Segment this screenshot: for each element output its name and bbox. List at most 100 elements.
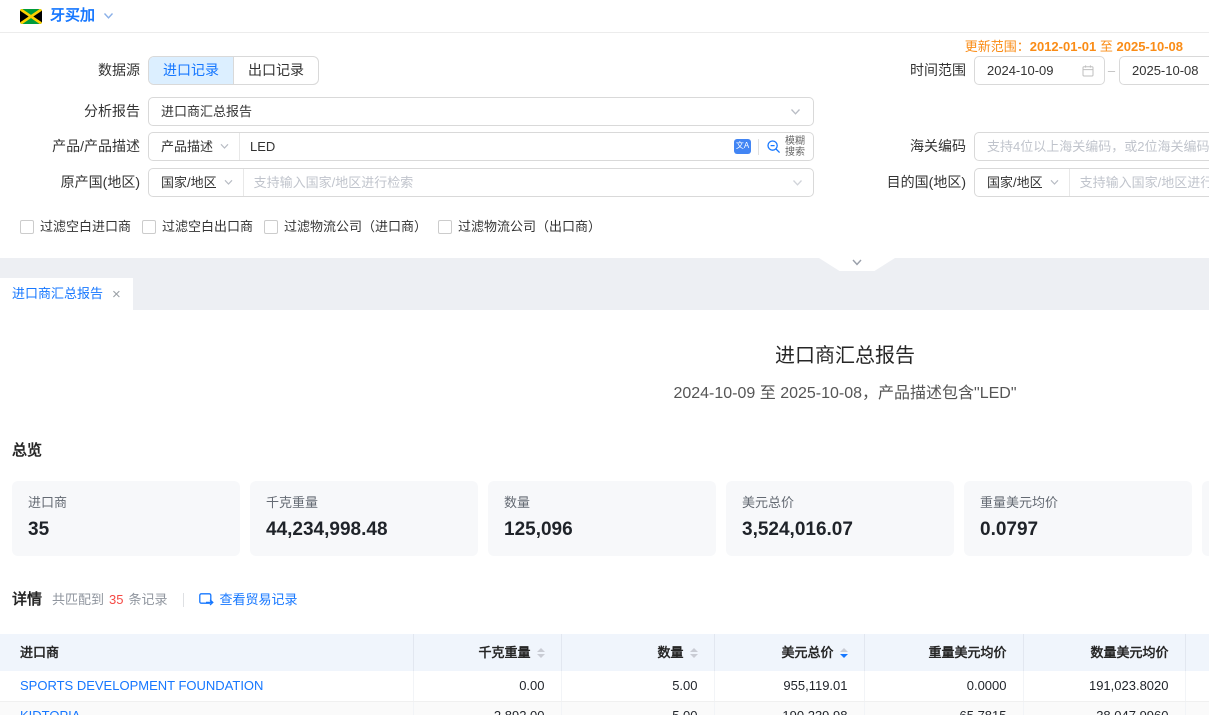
destination-country-input[interactable] bbox=[1070, 169, 1209, 196]
overview-cards: 进口商 35 千克重量 44,234,998.48 数量 125,096 美元总… bbox=[12, 481, 1209, 556]
table-row: SPORTS DEVELOPMENT FOUNDATION 0.00 5.00 … bbox=[0, 671, 1209, 701]
chevron-down-icon bbox=[851, 258, 863, 267]
time-range-label: 时间范围 bbox=[826, 56, 966, 85]
origin-country-input[interactable] bbox=[244, 169, 792, 196]
update-range-start: 2012-01-01 bbox=[1030, 39, 1097, 54]
calendar-icon bbox=[1081, 64, 1095, 78]
origin-filter: 国家/地区 bbox=[148, 168, 814, 197]
tab-import-records[interactable]: 进口记录 bbox=[149, 57, 233, 84]
detail-row: 详情 共匹配到 35 条记录 查看贸易记录 bbox=[12, 590, 1209, 610]
fuzzy-search-label: 模糊搜索 bbox=[785, 136, 805, 158]
end-date-value: 2025-10-08 bbox=[1132, 62, 1209, 80]
icon-divider bbox=[758, 139, 759, 155]
product-input-icons: 文A 模糊搜索 bbox=[734, 133, 813, 160]
translate-icon[interactable]: 文A bbox=[734, 139, 751, 154]
sort-desc-icon[interactable] bbox=[690, 654, 698, 658]
chevron-down-icon bbox=[790, 108, 801, 116]
product-description-input[interactable] bbox=[240, 133, 734, 160]
match-count: 35 bbox=[109, 591, 123, 609]
sort-usd-total[interactable] bbox=[840, 648, 848, 658]
sort-quantity[interactable] bbox=[690, 648, 698, 658]
chevron-down-icon bbox=[1050, 179, 1059, 186]
sort-desc-icon-active[interactable] bbox=[840, 654, 848, 658]
chevron-down-icon[interactable] bbox=[103, 12, 114, 20]
sort-kg-weight[interactable] bbox=[537, 648, 545, 658]
update-range-end: 2025-10-08 bbox=[1117, 39, 1184, 54]
table-header-row: 进口商 千克重量 数量 美元总价 重量美元均价 数量美元均价 bbox=[0, 634, 1209, 671]
report-canvas: 进口商汇总报告 2024-10-09 至 2025-10-08，产品描述包含"L… bbox=[0, 343, 1209, 715]
start-date-input[interactable]: 2024-10-09 bbox=[974, 56, 1105, 85]
collapse-panel-handle[interactable] bbox=[819, 258, 895, 271]
card-importers: 进口商 35 bbox=[12, 481, 240, 556]
product-field-type-value: 产品描述 bbox=[161, 138, 213, 156]
end-date-input[interactable]: 2025-10-08 bbox=[1119, 56, 1209, 85]
update-range-label: 更新范围： bbox=[965, 39, 1030, 54]
country-selector[interactable]: 牙买加 bbox=[50, 6, 95, 26]
product-field-type-select[interactable]: 产品描述 bbox=[149, 133, 240, 160]
importer-link[interactable]: KIDTOPIA bbox=[20, 708, 80, 715]
tab-export-records[interactable]: 出口记录 bbox=[233, 57, 318, 84]
card-quantity: 数量 125,096 bbox=[488, 481, 716, 556]
checkbox-icon[interactable] bbox=[142, 220, 156, 234]
sort-asc-icon[interactable] bbox=[690, 648, 698, 652]
importer-link[interactable]: SPORTS DEVELOPMENT FOUNDATION bbox=[20, 678, 263, 693]
hs-code-box bbox=[974, 132, 1209, 161]
update-range: 更新范围：2012-01-01 至 2025-10-08 bbox=[965, 38, 1183, 56]
jamaica-flag-icon bbox=[20, 9, 42, 24]
origin-select-chevron[interactable] bbox=[792, 169, 813, 196]
col-quantity: 数量 bbox=[561, 634, 714, 671]
filter-panel: 更新范围：2012-01-01 至 2025-10-08 数据源 进口记录 出口… bbox=[0, 33, 1209, 258]
checkbox-icon[interactable] bbox=[264, 220, 278, 234]
sort-desc-icon[interactable] bbox=[537, 654, 545, 658]
match-suffix: 条记录 bbox=[129, 591, 168, 609]
close-icon[interactable]: × bbox=[112, 287, 121, 302]
view-trade-records-link[interactable]: 查看贸易记录 bbox=[199, 591, 298, 609]
tab-importer-summary-report[interactable]: 进口商汇总报告 × bbox=[0, 278, 133, 310]
report-content: 进口商汇总报告 2024-10-09 至 2025-10-08，产品描述包含"L… bbox=[0, 310, 1209, 715]
col-usd-total: 美元总价 bbox=[714, 634, 864, 671]
overview-heading: 总览 bbox=[12, 441, 1209, 461]
update-range-to: 至 bbox=[1100, 39, 1113, 54]
product-filter: 产品描述 文A 模糊搜索 bbox=[148, 132, 814, 161]
checkbox-icon[interactable] bbox=[20, 220, 34, 234]
data-source-tabs: 进口记录 出口记录 bbox=[148, 56, 319, 85]
card-clipped bbox=[1202, 481, 1209, 556]
product-label: 产品/产品描述 bbox=[0, 132, 140, 161]
checkbox-filter-blank-importer[interactable]: 过滤空白进口商 bbox=[20, 218, 131, 236]
destination-label: 目的国(地区) bbox=[826, 168, 966, 197]
checkbox-filter-logistics-exporter[interactable]: 过滤物流公司（出口商） bbox=[438, 218, 601, 236]
table-row: KIDTOPIA 2,892.00 5.00 190,239.98 65.781… bbox=[0, 701, 1209, 715]
match-prefix: 共匹配到 bbox=[52, 591, 104, 609]
detail-heading: 详情 bbox=[12, 590, 42, 610]
fuzzy-search-button[interactable]: 模糊搜索 bbox=[766, 136, 805, 158]
report-select-label: 分析报告 bbox=[0, 97, 140, 126]
checkbox-icon[interactable] bbox=[438, 220, 452, 234]
hs-code-input[interactable] bbox=[987, 138, 1209, 156]
destination-field-type-select[interactable]: 国家/地区 bbox=[975, 169, 1070, 196]
analysis-report-select[interactable]: 进口商汇总报告 bbox=[148, 97, 814, 126]
col-kg-weight: 千克重量 bbox=[413, 634, 561, 671]
hs-code-label: 海关编码 bbox=[826, 132, 966, 161]
checkbox-filter-logistics-importer[interactable]: 过滤物流公司（进口商） bbox=[264, 218, 427, 236]
card-usd-total: 美元总价 3,524,016.07 bbox=[726, 481, 954, 556]
card-usd-per-kg: 重量美元均价 0.0797 bbox=[964, 481, 1192, 556]
data-source-label: 数据源 bbox=[0, 56, 140, 85]
origin-field-type-value: 国家/地区 bbox=[161, 174, 217, 192]
chevron-down-icon bbox=[792, 179, 803, 187]
col-clipped bbox=[1185, 634, 1209, 671]
origin-field-type-select[interactable]: 国家/地区 bbox=[149, 169, 244, 196]
sort-asc-icon[interactable] bbox=[537, 648, 545, 652]
checkbox-filter-blank-exporter[interactable]: 过滤空白出口商 bbox=[142, 218, 253, 236]
date-range-dash: – bbox=[1104, 56, 1119, 85]
divider bbox=[183, 593, 184, 607]
fuzzy-search-icon bbox=[766, 139, 782, 155]
filter-checkboxes: 过滤空白进口商 过滤空白出口商 过滤物流公司（进口商） 过滤物流公司（出口商） bbox=[20, 218, 601, 236]
col-usd-per-kg: 重量美元均价 bbox=[864, 634, 1023, 671]
view-records-icon bbox=[199, 593, 214, 606]
sort-asc-icon[interactable] bbox=[840, 648, 848, 652]
col-importer: 进口商 bbox=[0, 634, 413, 671]
analysis-report-value: 进口商汇总报告 bbox=[161, 103, 790, 121]
col-usd-per-qty: 数量美元均价 bbox=[1023, 634, 1185, 671]
card-kg-weight: 千克重量 44,234,998.48 bbox=[250, 481, 478, 556]
destination-field-type-value: 国家/地区 bbox=[987, 174, 1043, 192]
